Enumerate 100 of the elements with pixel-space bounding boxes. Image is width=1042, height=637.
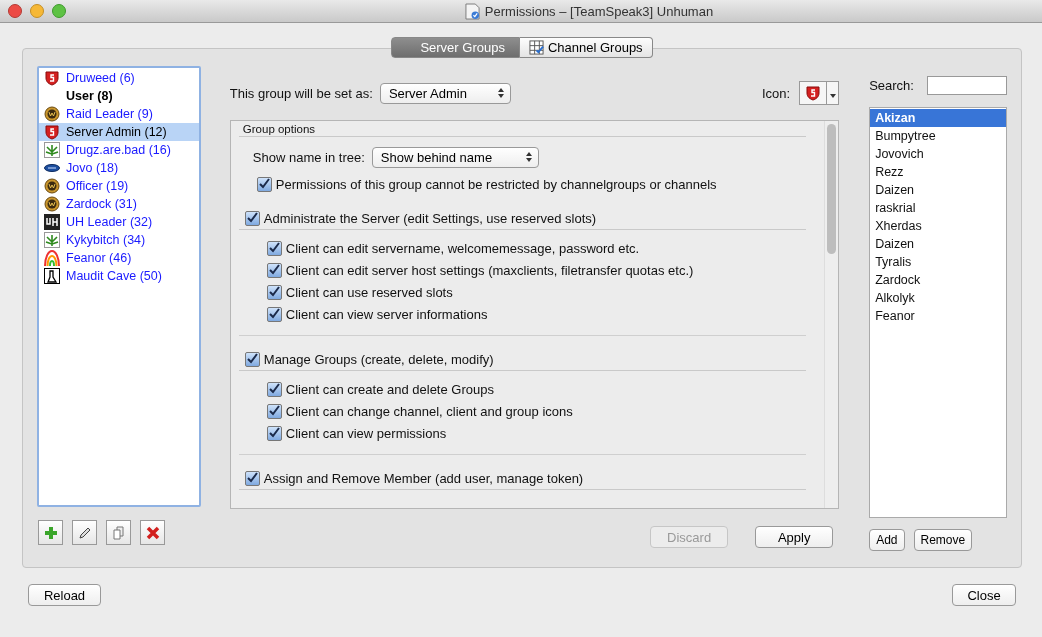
show-name-label: Show name in tree: (252, 149, 365, 165)
checkbox-label: Client can edit servername, welcomemessage, password etc. (285, 240, 640, 256)
member-item[interactable]: Daizen (870, 181, 1006, 199)
checkbox[interactable] (266, 403, 282, 419)
medallion-icon (44, 196, 60, 212)
show-name-select[interactable]: Show behind name (371, 146, 539, 168)
icon-dropdown-button[interactable] (827, 81, 840, 105)
member-item[interactable]: Bumpytree (870, 127, 1006, 145)
checkbox-label: Client can view permissions (285, 425, 447, 441)
medallion-icon (44, 106, 60, 122)
tower-icon (44, 268, 60, 284)
checkbox[interactable] (266, 262, 282, 278)
document-check-icon (464, 2, 480, 20)
scrollbar-thumb[interactable] (827, 124, 837, 254)
checkbox-label: Permissions of this group cannot be restricted by channelgroups or channels (275, 176, 717, 192)
leaf-icon (44, 232, 60, 248)
group-item[interactable]: Maudit Cave (50) (39, 267, 199, 285)
add-member-button[interactable]: Add (869, 529, 905, 551)
rainbow-icon (44, 250, 60, 266)
group-label: Raid Leader (9) (66, 107, 153, 121)
group-label: User (8) (66, 89, 113, 103)
group-label: Drugz.are.bad (16) (66, 143, 171, 157)
group-item[interactable]: UH Leader (32) (39, 213, 199, 231)
shield-icon (44, 70, 60, 86)
group-label: Server Admin (12) (66, 125, 167, 139)
group-item[interactable]: Raid Leader (9) (39, 105, 199, 123)
section-checkbox-label: Administrate the Server (edit Settings, use reserved slots) (263, 210, 597, 226)
group-item[interactable]: User (8) (39, 87, 199, 105)
group-item[interactable]: Drugz.are.bad (16) (39, 141, 199, 159)
group-item[interactable]: Feanor (46) (39, 249, 199, 267)
group-label: Kykybitch (34) (66, 233, 146, 247)
member-item[interactable]: Xherdas (870, 217, 1006, 235)
group-item[interactable]: Zardock (31) (39, 195, 199, 213)
shield-icon (44, 124, 60, 140)
copy-group-button[interactable] (106, 520, 131, 545)
close-button[interactable]: Close (952, 584, 1016, 606)
add-group-button[interactable] (38, 520, 63, 545)
reload-button[interactable]: Reload (28, 584, 101, 606)
checkbox[interactable] (266, 306, 282, 322)
group-label: Jovo (18) (66, 161, 119, 175)
icon-picker-button[interactable] (799, 81, 828, 105)
leaf-icon (44, 142, 60, 158)
apply-button[interactable]: Apply (755, 526, 834, 548)
checkbox[interactable] (266, 240, 282, 256)
stepper-arrows-icon (497, 88, 504, 98)
remove-member-button[interactable]: Remove (913, 529, 973, 551)
checkbox[interactable] (244, 470, 260, 486)
checkbox-label: Client can view server informations (285, 306, 488, 322)
group-label: UH Leader (32) (66, 215, 153, 229)
group-label: Officer (19) (66, 179, 129, 193)
group-item[interactable]: Druweed (6) (39, 69, 199, 87)
group-label: Feanor (46) (66, 251, 132, 265)
window-title: Permissions – [TeamSpeak3] Unhuman (484, 3, 714, 19)
checkbox-label: Client can use reserved slots (285, 284, 453, 300)
section-checkbox-label: Assign and Remove Member (add user, manage token) (263, 470, 584, 486)
group-item[interactable]: Server Admin (12) (39, 123, 199, 141)
plus-icon (43, 525, 58, 540)
grid-check-icon (528, 40, 544, 55)
pencil-icon (77, 525, 92, 540)
checkbox[interactable] (266, 425, 282, 441)
pages-icon (111, 525, 126, 540)
member-item[interactable]: Zardock (870, 271, 1006, 289)
member-item[interactable]: Jovovich (870, 145, 1006, 163)
checkbox[interactable] (244, 210, 260, 226)
medallion-icon (44, 178, 60, 194)
group-label: Zardock (31) (66, 197, 137, 211)
member-item[interactable]: Rezz (870, 163, 1006, 181)
delete-group-button[interactable] (140, 520, 165, 545)
member-item[interactable]: raskrial (870, 199, 1006, 217)
scrollbar[interactable] (824, 121, 839, 508)
checkbox[interactable] (256, 176, 272, 192)
member-item[interactable]: Akizan (870, 109, 1006, 127)
member-item[interactable]: Tyralis (870, 253, 1006, 271)
checkbox-label: Client can change channel, client and group icons (285, 403, 573, 419)
shield-icon (805, 85, 822, 101)
group-options-heading: Group options (238, 123, 807, 137)
tab[interactable]: Channel Groups (519, 37, 653, 58)
group-item[interactable]: Officer (19) (39, 177, 199, 195)
set-as-label: This group will be set as: (229, 85, 373, 101)
checkbox[interactable] (244, 351, 260, 367)
close-window-icon[interactable] (8, 4, 22, 18)
cross-icon (145, 525, 160, 540)
tab[interactable]: Server Groups (391, 37, 520, 58)
rename-group-button[interactable] (72, 520, 97, 545)
group-label: Druweed (6) (66, 71, 135, 85)
search-label: Search: (869, 78, 914, 93)
group-label: Maudit Cave (50) (66, 269, 162, 283)
checkbox[interactable] (266, 381, 282, 397)
checkbox[interactable] (266, 284, 282, 300)
member-item[interactable]: Daizen (870, 235, 1006, 253)
group-item[interactable]: Jovo (18) (39, 159, 199, 177)
group-item[interactable]: Kykybitch (34) (39, 231, 199, 249)
section-checkbox-label: Manage Groups (create, delete, modify) (263, 351, 494, 367)
member-item[interactable]: Alkolyk (870, 289, 1006, 307)
group-type-select[interactable]: Server Admin (379, 82, 511, 104)
member-item[interactable]: Feanor (870, 307, 1006, 325)
icon-label: Icon: (761, 85, 791, 101)
checkbox-label: Client can edit server host settings (maxclients, filetransfer quotas etc.) (285, 262, 694, 278)
search-field[interactable] (927, 76, 1007, 95)
zoom-window-icon[interactable] (52, 4, 66, 18)
